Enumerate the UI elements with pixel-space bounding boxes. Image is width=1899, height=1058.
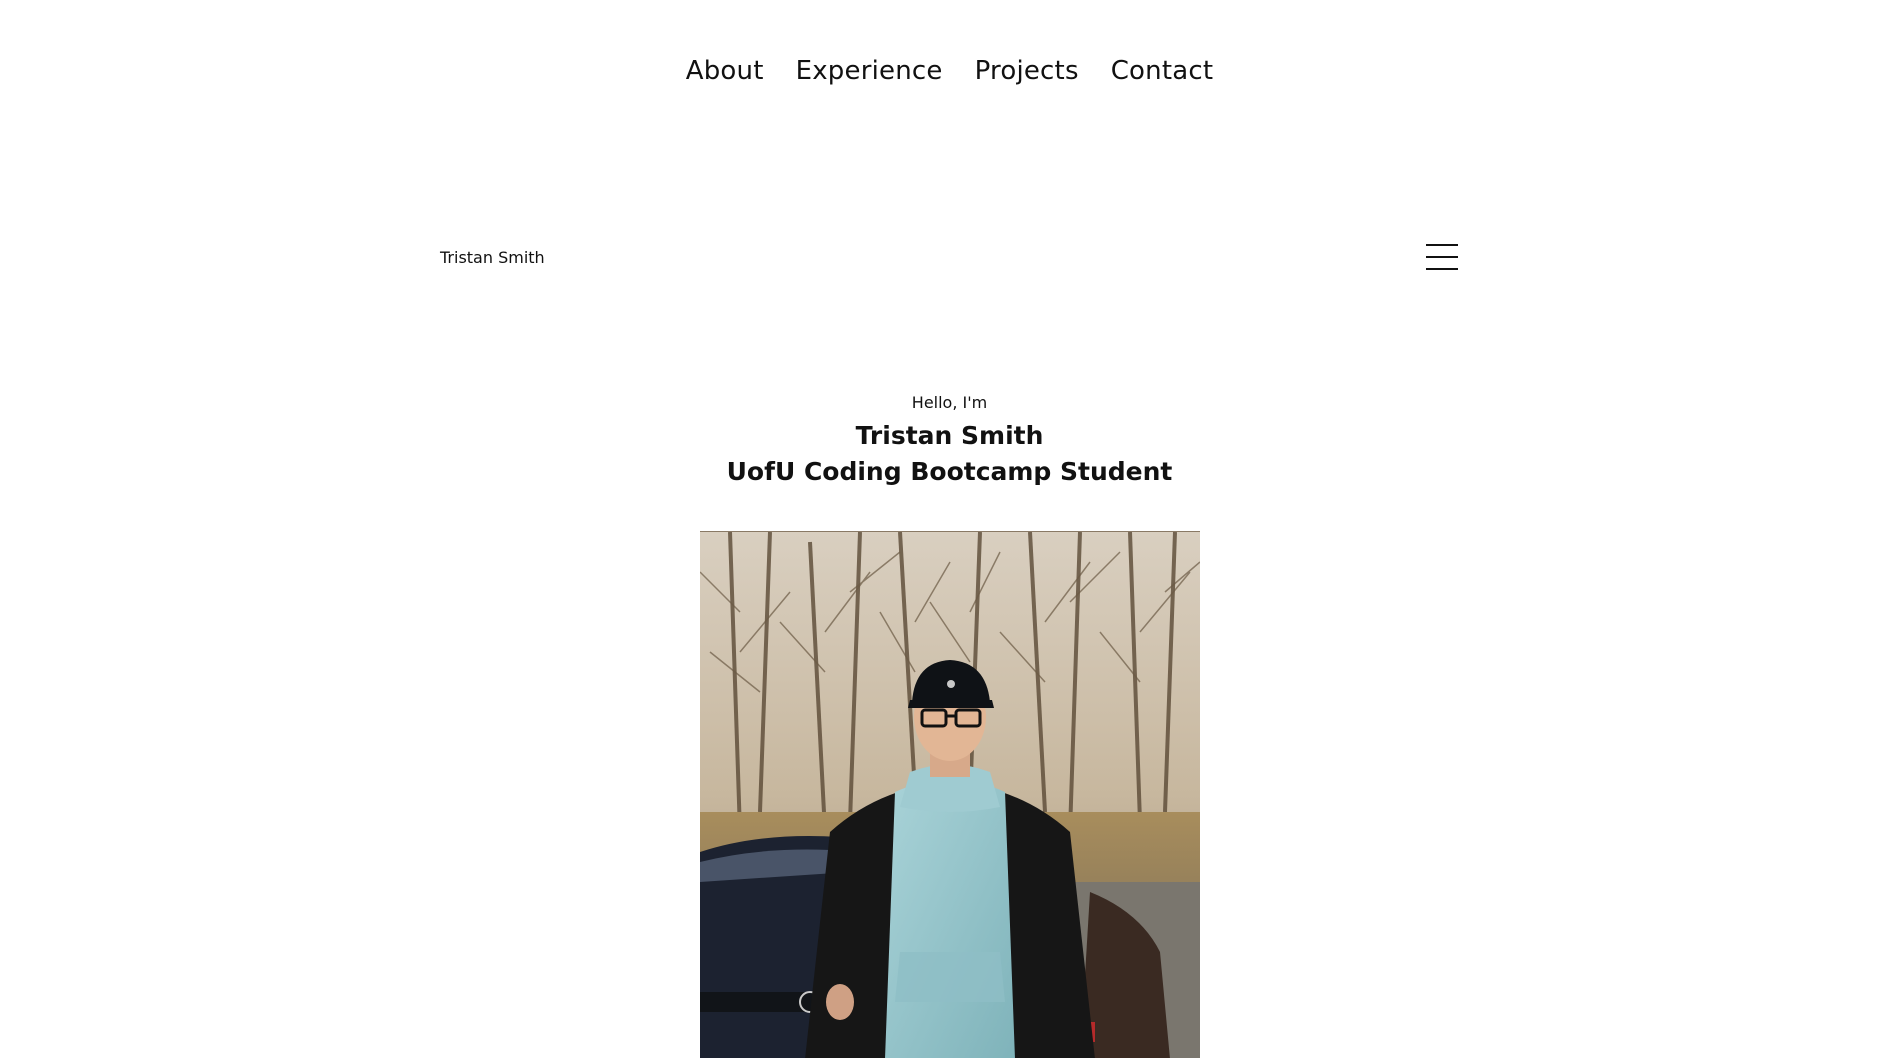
hero-greeting: Hello, I'm <box>911 393 988 412</box>
hamburger-line <box>1426 244 1458 246</box>
nav-link-experience[interactable]: Experience <box>796 56 943 86</box>
hero-section: Hello, I'm Tristan Smith UofU Coding Boo… <box>0 393 1899 490</box>
hamburger-line <box>1426 256 1458 258</box>
page: About Experience Projects Contact Trista… <box>0 0 1899 1058</box>
hamburger-line <box>1426 268 1458 270</box>
nav-link-contact[interactable]: Contact <box>1111 56 1214 86</box>
top-nav: About Experience Projects Contact <box>0 56 1899 86</box>
hero-name: Tristan Smith <box>855 421 1044 450</box>
profile-photo <box>700 531 1200 1058</box>
site-brand[interactable]: Tristan Smith <box>440 248 545 267</box>
nav-link-about[interactable]: About <box>686 56 764 86</box>
hamburger-icon[interactable] <box>1426 244 1458 270</box>
nav-link-projects[interactable]: Projects <box>975 56 1079 86</box>
hero-role: UofU Coding Bootcamp Student <box>726 457 1173 486</box>
